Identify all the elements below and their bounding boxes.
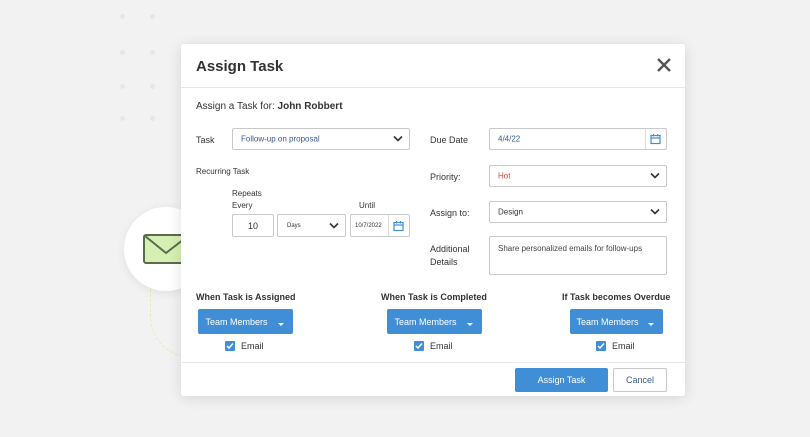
notify-completed-email-label: Email [430,341,453,351]
close-icon[interactable] [655,56,673,74]
notify-assigned-dropdown-label: Team Members [205,316,268,327]
until-label: Until [359,201,376,210]
task-select[interactable]: Follow-up on proposal [232,128,410,150]
chevron-down-icon [650,172,660,179]
footer-divider [181,362,685,363]
priority-select[interactable]: Hot [489,165,667,187]
assign-for-prefix: Assign a Task for: [196,101,275,112]
notify-overdue-dropdown[interactable]: Team Members [570,309,663,334]
additional-details-textarea[interactable]: Share personalized emails for follow-ups [489,236,667,275]
additional-details-value: Share personalized emails for follow-ups [498,244,643,253]
assign-to-value: Design [498,207,523,217]
every-label: Every [232,201,253,210]
notify-assigned-email-label: Email [241,341,264,351]
notify-completed-email-checkbox[interactable] [414,341,424,351]
caret-down-icon [467,323,473,326]
notify-assigned-email-checkbox[interactable] [225,341,235,351]
cancel-button[interactable]: Cancel [613,368,667,392]
checkmark-icon [226,343,234,350]
additional-details-label-1: Additional [430,244,470,254]
caret-down-icon [278,323,284,326]
notify-completed-heading: When Task is Completed [381,292,487,302]
assign-to-select[interactable]: Design [489,201,667,223]
chevron-down-icon [650,208,660,215]
assign-task-button[interactable]: Assign Task [515,368,608,392]
notify-overdue-email-label: Email [612,341,635,351]
assign-task-dialog: Assign Task Assign a Task for: John Robb… [181,44,685,396]
notify-assigned-heading: When Task is Assigned [196,292,296,302]
until-date-value: 10/7/2022 [355,222,382,229]
caret-down-icon [648,323,654,326]
notify-overdue-dropdown-label: Team Members [576,316,639,327]
repeat-every-value: 10 [247,220,258,231]
dialog-header: Assign Task [181,44,685,88]
checkmark-icon [415,343,423,350]
assignee-name: John Robbert [277,101,343,112]
repeat-unit-value: Days [287,222,301,229]
priority-label: Priority: [430,172,461,182]
due-date-value: 4/4/22 [498,134,521,144]
recurring-task-label: Recurring Task [196,167,250,176]
notify-completed-dropdown[interactable]: Team Members [387,309,482,334]
checkmark-icon [597,343,605,350]
notify-completed-dropdown-label: Team Members [394,316,457,327]
due-date-label: Due Date [430,135,469,145]
assign-for-line: Assign a Task for: John Robbert [196,101,343,112]
notify-overdue-email-checkbox[interactable] [596,341,606,351]
calendar-icon[interactable] [650,134,661,145]
chevron-down-icon [329,222,339,229]
chevron-down-icon [393,135,403,142]
additional-details-label-2: Details [430,257,458,267]
repeat-unit-select[interactable]: Days [277,214,346,237]
background-dots [118,12,178,122]
task-select-value: Follow-up on proposal [241,134,320,144]
repeat-every-input[interactable]: 10 [232,214,274,237]
assign-to-label: Assign to: [430,208,470,218]
due-date-input[interactable]: 4/4/22 [489,128,667,150]
repeats-label: Repeats [232,189,262,198]
dialog-title: Assign Task [196,58,284,75]
calendar-icon[interactable] [393,220,404,231]
notify-overdue-heading: If Task becomes Overdue [562,292,671,302]
task-label: Task [196,135,215,145]
notify-assigned-dropdown[interactable]: Team Members [198,309,293,334]
until-date-input[interactable]: 10/7/2022 [350,214,410,237]
priority-value: Hot [498,171,511,181]
